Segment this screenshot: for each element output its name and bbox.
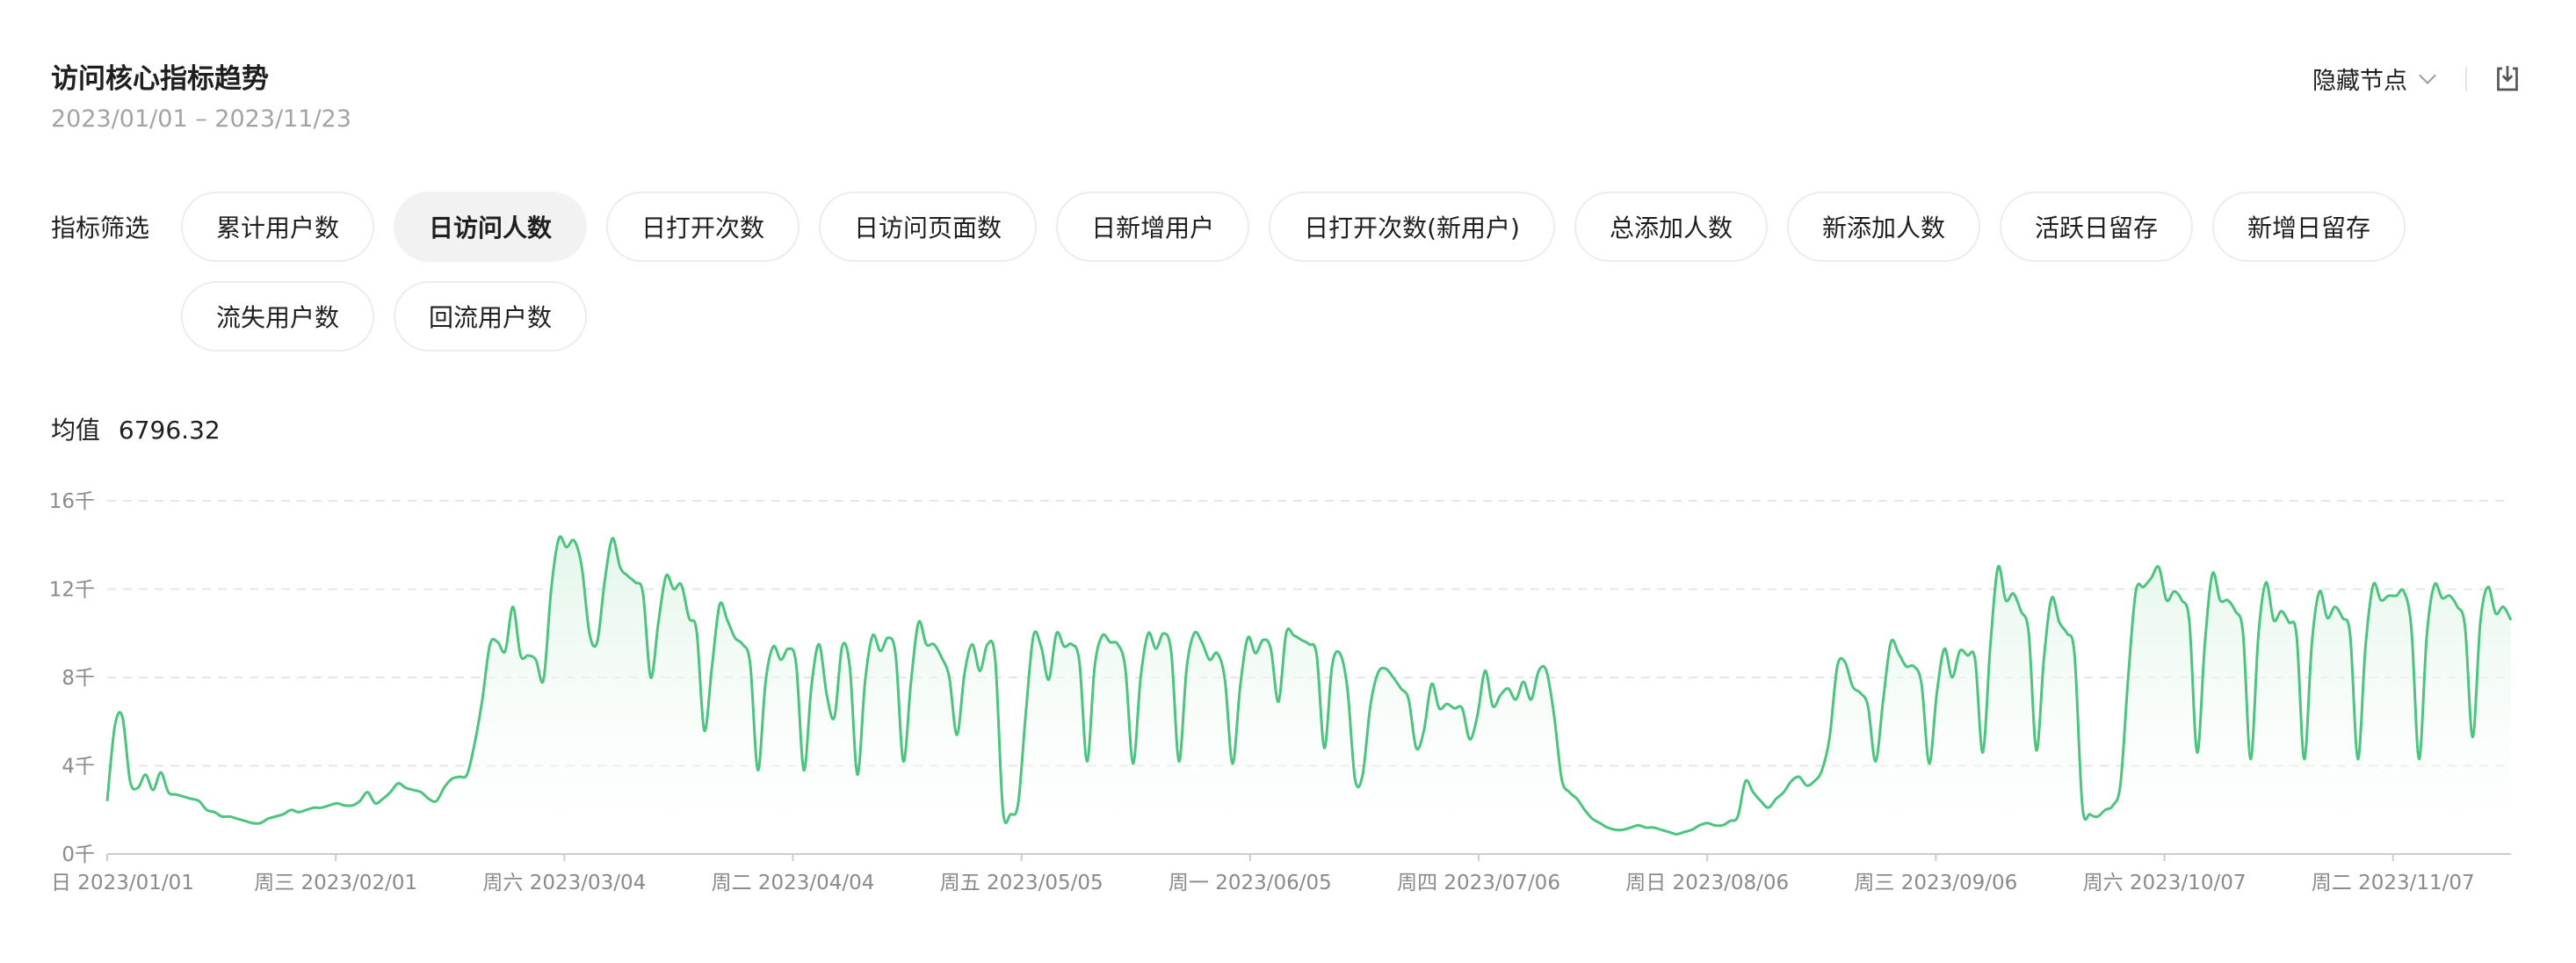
y-tick-label: 0千 — [62, 844, 95, 866]
y-tick-label: 12千 — [49, 579, 95, 602]
trend-chart: 0千 4千 8千 12千 16千日 2023/01/01 周三 2023/02/01 周六 … — [49, 490, 2513, 894]
x-tick-label: 周四 2023/07/06 — [1397, 872, 1560, 894]
metric-filter-list: 累计用户数 日访问人数 日打开次数 日访问页面数 日新增用户 日打开次数(新用户) 总添加人… — [181, 192, 2430, 351]
y-tick-label: 16千 — [49, 490, 95, 513]
mean-label: 均值 — [51, 416, 101, 445]
filter-pill[interactable]: 新增日留存 — [2211, 192, 2406, 262]
series-area — [107, 536, 2511, 854]
filter-pill[interactable]: 日访问人数 — [394, 192, 588, 262]
x-tick-label: 周日 2023/08/06 — [1625, 872, 1789, 894]
filter-pill[interactable]: 流失用户数 — [181, 281, 375, 351]
date-range: 2023/01/01 – 2023/11/23 — [51, 105, 351, 133]
x-tick-label: 周二 2023/04/04 — [712, 872, 875, 894]
filter-pill[interactable]: 日打开次数 — [606, 192, 800, 262]
y-tick-label: 8千 — [62, 667, 95, 690]
toolbar: 隐藏节点 — [2312, 62, 2523, 96]
filter-pill[interactable]: 日访问页面数 — [819, 192, 1038, 262]
x-tick-label: 日 2023/01/01 — [51, 872, 194, 894]
y-tick-label: 4千 — [62, 756, 95, 778]
x-tick-label: 周六 2023/03/04 — [482, 872, 646, 894]
x-tick-label: 周二 2023/11/07 — [2312, 872, 2475, 894]
filter-pill[interactable]: 总添加人数 — [1574, 192, 1768, 262]
filter-pill[interactable]: 日打开次数(新用户) — [1269, 192, 1555, 262]
x-tick-label: 周三 2023/02/01 — [254, 872, 417, 894]
filter-pill[interactable]: 日新增用户 — [1056, 192, 1250, 262]
divider — [2465, 66, 2467, 91]
mean-value: 6796.32 — [118, 416, 221, 445]
hide-nodes-label: 隐藏节点 — [2312, 68, 2407, 95]
filter-pill[interactable]: 累计用户数 — [181, 192, 375, 262]
x-tick-label: 周一 2023/06/05 — [1169, 872, 1332, 894]
x-tick-label: 周五 2023/05/05 — [940, 872, 1103, 894]
mean-summary: 均值 6796.32 — [51, 411, 231, 446]
chevron-down-icon — [2419, 66, 2436, 84]
filter-pill[interactable]: 活跃日留存 — [1999, 192, 2193, 262]
filter-label: 指标筛选 — [51, 214, 150, 243]
download-icon[interactable] — [2492, 63, 2523, 95]
filter-pill[interactable]: 回流用户数 — [394, 281, 588, 351]
x-tick-label: 周三 2023/09/06 — [1854, 872, 2017, 894]
page-title: 访问核心指标趋势 — [51, 63, 269, 95]
hide-nodes-dropdown[interactable]: 隐藏节点 — [2312, 62, 2436, 96]
x-tick-label: 周六 2023/10/07 — [2083, 872, 2247, 894]
filter-pill[interactable]: 新添加人数 — [1786, 192, 1980, 262]
